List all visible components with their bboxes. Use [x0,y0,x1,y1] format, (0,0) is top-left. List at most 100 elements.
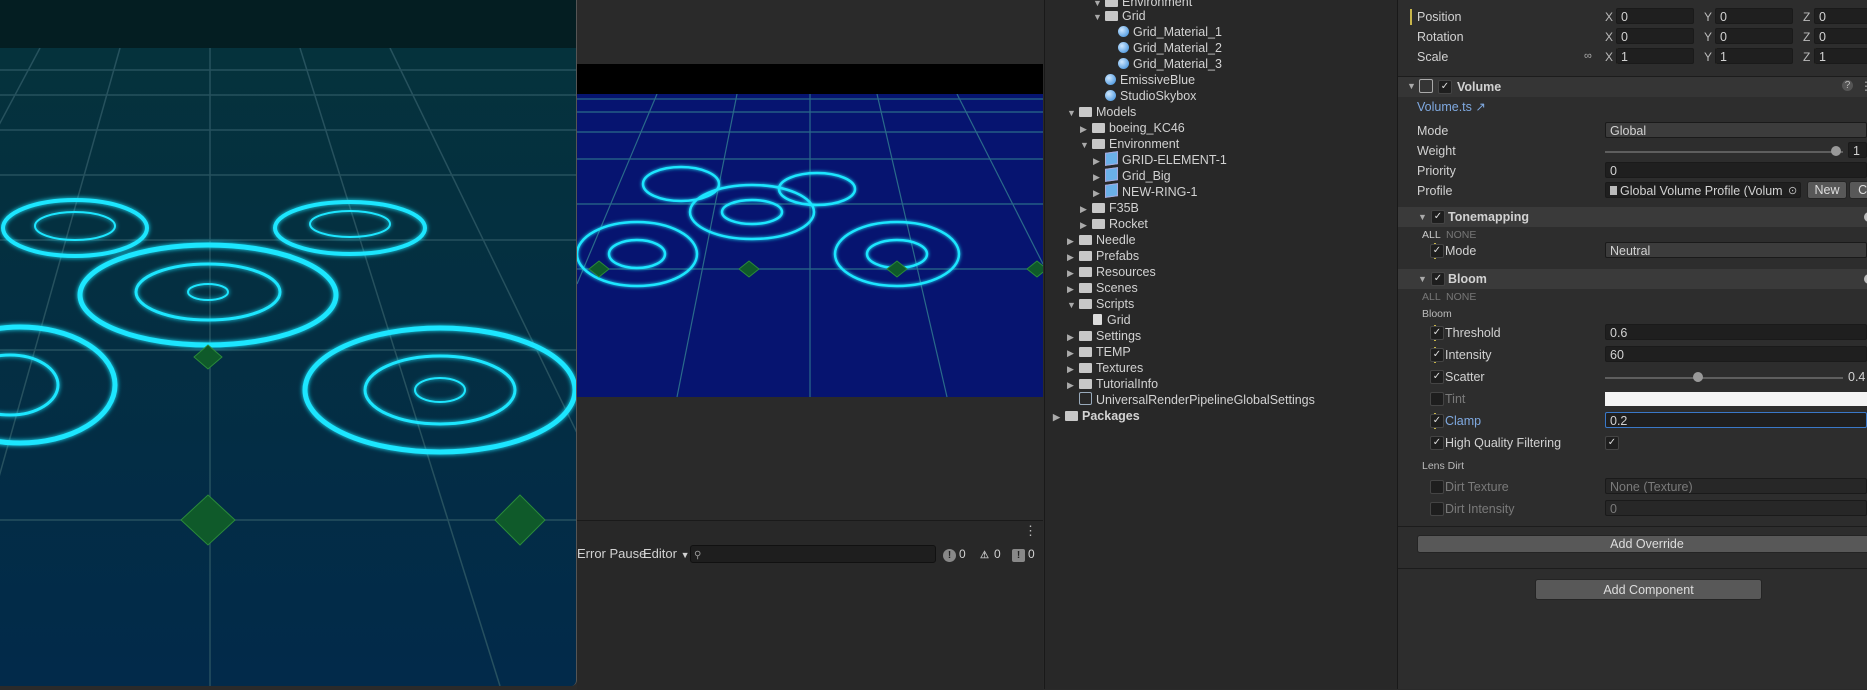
weight-field[interactable]: 1 [1848,142,1867,158]
settings-icon[interactable]: ⋮ [1860,79,1867,93]
intensity-field[interactable]: 60 [1605,346,1867,362]
tree-item[interactable]: StudioSkybox [1105,88,1196,104]
tree-item[interactable]: ▶ Textures [1067,360,1143,376]
scatter-value[interactable]: 0.4 [1848,370,1865,384]
hq-filtering-label: High Quality Filtering [1445,436,1562,450]
hq-filtering-checkbox[interactable]: ✓ [1605,436,1619,450]
rotation-z-field[interactable]: 0 [1814,28,1867,44]
mode-dropdown[interactable]: Global [1605,122,1867,138]
tree-item[interactable]: Grid_Material_3 [1118,56,1222,72]
tree-item[interactable]: Grid_Material_1 [1118,24,1222,40]
folder-icon [1105,11,1118,21]
scatter-slider-track[interactable] [1605,377,1843,379]
threshold-field[interactable]: 0.6 [1605,324,1867,340]
tonemapping-mode-dropdown[interactable]: Neutral [1605,242,1867,258]
error-pause-toggle[interactable]: Error Pause [577,543,646,565]
rotation-y-field[interactable]: 0 [1715,28,1793,44]
tree-item[interactable]: EmissiveBlue [1105,72,1195,88]
link-icon[interactable]: ∞ [1584,50,1592,62]
hq-filtering-override-checkbox[interactable]: ✓ [1430,436,1444,450]
error-count-toggle[interactable]: ! 0 [1012,545,1035,563]
chevron-right-icon: ▶ [1080,220,1087,230]
none-toggle[interactable]: NONE [1446,291,1476,303]
tree-item[interactable]: UniversalRenderPipelineGlobalSettings [1079,392,1315,408]
tree-item[interactable]: ▶ Rocket [1080,216,1148,232]
tree-item[interactable]: ▼ Models [1067,104,1136,120]
priority-field[interactable]: 0 [1605,162,1867,178]
help-icon[interactable]: ? [1842,80,1853,91]
more-options-icon[interactable]: ⋮ [1024,523,1037,539]
all-toggle[interactable]: ALL [1422,291,1441,303]
tree-item[interactable]: ▶ Prefabs [1067,248,1139,264]
weight-slider-handle[interactable] [1831,146,1841,156]
info-count-toggle[interactable]: ! 0 [943,545,966,563]
tree-item[interactable]: ▼ Scripts [1067,296,1134,312]
dirt-intensity-field[interactable]: 0 [1605,500,1867,516]
threshold-override-checkbox[interactable]: ✓ [1430,326,1444,340]
intensity-override-checkbox[interactable]: ✓ [1430,348,1444,362]
position-y-field[interactable]: 0 [1715,8,1793,24]
mode-override-checkbox[interactable]: ✓ [1430,244,1444,258]
scale-y-field[interactable]: 1 [1715,48,1793,64]
tree-item[interactable]: ▶ boeing_KC46 [1080,120,1185,136]
scale-z-field[interactable]: 1 [1814,48,1867,64]
object-picker-icon[interactable]: ⊙ [1788,184,1797,197]
all-toggle[interactable]: ALL [1422,229,1441,241]
dirt-texture-field[interactable]: None (Texture) [1605,478,1867,494]
new-profile-button[interactable]: New [1807,181,1847,199]
tree-item[interactable]: ▶ Settings [1067,328,1141,344]
chevron-down-icon[interactable]: ▼ [1407,81,1416,91]
tree-item[interactable]: ▶ F35B [1080,200,1139,216]
weight-slider-track[interactable] [1605,151,1843,153]
chevron-down-icon[interactable]: ▼ [1418,212,1427,222]
console-search-input[interactable]: ⚲ [690,545,936,563]
intensity-label: Intensity [1445,348,1492,362]
tree-item[interactable]: Grid [1093,312,1131,328]
tree-item[interactable]: ▶ Grid_Big [1093,167,1171,184]
add-override-button[interactable]: Add Override [1417,535,1867,553]
folder-icon [1092,139,1105,149]
tree-item[interactable]: ▶ GRID-ELEMENT-1 [1093,151,1227,168]
add-component-button[interactable]: Add Component [1535,579,1762,600]
rotation-x-field[interactable]: 0 [1616,28,1694,44]
tree-item-label: TEMP [1096,345,1131,359]
tree-item[interactable]: ▶ Needle [1067,232,1136,248]
tree-item[interactable]: ▼ Environment [1080,136,1179,152]
clone-profile-button[interactable]: Cl [1849,181,1867,199]
tree-item-label: Grid_Material_2 [1133,41,1222,55]
clamp-override-checkbox[interactable]: ✓ [1430,414,1444,428]
tonemapping-enabled-checkbox[interactable]: ✓ [1431,210,1445,224]
tree-item[interactable]: ▶ TEMP [1067,344,1131,360]
material-icon [1105,74,1116,85]
tint-override-checkbox[interactable] [1430,392,1444,406]
script-link[interactable]: Volume.ts ↗ [1417,99,1486,114]
prefab-icon [1105,167,1118,182]
bloom-enabled-checkbox[interactable]: ✓ [1431,272,1445,286]
warning-count-toggle[interactable]: ⚠ 0 [978,545,1001,563]
tree-item[interactable]: ▼ Grid [1093,8,1146,24]
tree-item[interactable]: ▶ Packages [1053,408,1140,424]
game-view[interactable] [577,64,1043,397]
dirt-intensity-override-checkbox[interactable] [1430,502,1444,516]
dirt-texture-override-checkbox[interactable] [1430,480,1444,494]
clamp-field[interactable]: 0.2 [1605,412,1867,428]
position-x-field[interactable]: 0 [1616,8,1694,24]
chevron-down-icon[interactable]: ▼ [1418,274,1427,284]
tree-item[interactable]: ▶ TutorialInfo [1067,376,1158,392]
none-toggle[interactable]: NONE [1446,229,1476,241]
search-icon: ⚲ [694,550,702,561]
scatter-override-checkbox[interactable]: ✓ [1430,370,1444,384]
tint-color-swatch[interactable] [1605,392,1867,406]
scatter-slider-handle[interactable] [1693,372,1703,382]
profile-object-field[interactable]: Global Volume Profile (Volum [1605,182,1801,198]
prefab-icon [1105,151,1118,166]
tree-item[interactable]: ▶ Scenes [1067,280,1138,296]
position-z-field[interactable]: 0 [1814,8,1867,24]
scene-view[interactable] [0,0,577,686]
editor-dropdown[interactable]: Editor ▼ [643,543,690,565]
tree-item[interactable]: ▶ Resources [1067,264,1156,280]
scale-x-field[interactable]: 1 [1616,48,1694,64]
volume-enabled-checkbox[interactable]: ✓ [1438,80,1452,94]
tree-item[interactable]: Grid_Material_2 [1118,40,1222,56]
tree-item[interactable]: ▶ NEW-RING-1 [1093,183,1197,200]
